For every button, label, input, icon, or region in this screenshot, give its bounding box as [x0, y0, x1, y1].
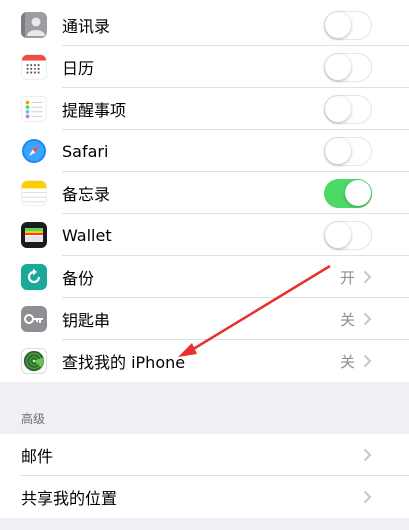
chevron-right-icon: [363, 270, 372, 284]
row-label: Wallet: [62, 225, 112, 245]
wallet-toggle[interactable]: [324, 220, 372, 250]
row-label: 查找我的 iPhone: [62, 353, 186, 372]
backup-status: 开: [339, 268, 355, 287]
row-contacts[interactable]: 通讯录: [0, 4, 409, 46]
row-backup[interactable]: 备份 开: [0, 256, 409, 298]
row-share-location[interactable]: 共享我的位置: [0, 476, 409, 518]
row-label: 备忘录: [62, 185, 111, 204]
row-label: 共享我的位置: [21, 489, 118, 508]
row-keychain[interactable]: 钥匙串 关: [0, 298, 409, 340]
row-label: 提醒事项: [62, 101, 127, 120]
row-label: 钥匙串: [62, 311, 111, 330]
calendar-toggle[interactable]: [324, 52, 372, 82]
key-icon: [21, 306, 47, 332]
wallet-icon: [21, 222, 47, 248]
row-reminders[interactable]: 提醒事项: [0, 88, 409, 130]
backup-icon: [21, 264, 47, 290]
advanced-list: 邮件 共享我的位置: [0, 434, 409, 518]
chevron-right-icon: [363, 448, 372, 462]
row-calendar[interactable]: 日历: [0, 46, 409, 88]
chevron-right-icon: [363, 354, 372, 368]
section-header-advanced: 高级: [0, 382, 409, 434]
row-find-my-iphone[interactable]: 查找我的 iPhone 关: [0, 340, 409, 382]
notes-icon: [21, 180, 47, 206]
chevron-right-icon: [363, 312, 372, 326]
row-notes[interactable]: 备忘录: [0, 172, 409, 214]
row-label: 通讯录: [62, 17, 111, 36]
row-wallet[interactable]: Wallet: [0, 214, 409, 256]
reminders-toggle[interactable]: [324, 94, 372, 124]
apps-list: 通讯录 日历 提醒事项 Safari 备忘录 Wallet 备份 开 钥匙串 关…: [0, 4, 409, 382]
row-label: 日历: [62, 59, 95, 78]
find-my-iphone-status: 关: [339, 352, 355, 371]
radar-icon: [21, 348, 47, 374]
section-title: 高级: [21, 412, 46, 426]
contacts-icon: [21, 12, 47, 38]
row-mail[interactable]: 邮件: [0, 434, 409, 476]
reminders-icon: [21, 96, 47, 122]
row-label: 邮件: [21, 447, 54, 466]
calendar-icon: [21, 54, 47, 80]
row-safari[interactable]: Safari: [0, 130, 409, 172]
safari-icon: [21, 138, 47, 164]
safari-toggle[interactable]: [324, 136, 372, 166]
keychain-status: 关: [339, 310, 355, 329]
row-label: 备份: [62, 269, 95, 288]
notes-toggle[interactable]: [324, 178, 372, 208]
contacts-toggle[interactable]: [324, 10, 372, 40]
chevron-right-icon: [363, 490, 372, 504]
row-label: Safari: [62, 141, 109, 161]
